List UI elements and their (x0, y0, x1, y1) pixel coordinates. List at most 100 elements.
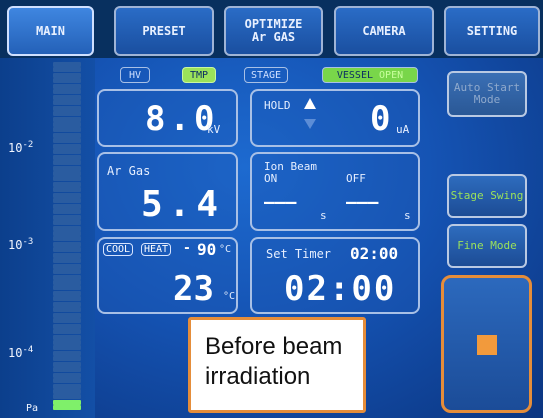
pressure-bar (53, 160, 81, 166)
pressure-bar (53, 389, 81, 394)
ion-beam-on-value: ——— (264, 192, 297, 213)
tab-optimize-ar-gas[interactable]: OPTIMIZE Ar GAS (224, 6, 323, 56)
pressure-bar (53, 181, 81, 187)
pressure-bar (53, 269, 81, 275)
temperature-panel[interactable]: COOL HEAT - 90 °C 23 °C (97, 237, 238, 314)
timer-panel[interactable]: Set Timer 02:00 02:00 (250, 237, 420, 314)
temperature-value: 23 (173, 269, 214, 309)
tab-main-label: MAIN (36, 23, 65, 38)
pressure-bar (53, 378, 81, 384)
pressure-bar (53, 252, 81, 258)
tab-setting-label: SETTING (466, 23, 518, 38)
annotation-box: Before beam irradiation (188, 317, 366, 413)
pressure-bar (53, 154, 81, 160)
pressure-bar (53, 105, 81, 111)
timer-label: Set Timer (266, 247, 332, 261)
vessel-state: OPEN (379, 69, 404, 81)
tab-camera-label: CAMERA (362, 23, 406, 38)
pressure-bar (53, 89, 81, 95)
temperature-dash: - (183, 241, 191, 256)
ar-gas-value: 5.4 (141, 184, 225, 225)
annotation-line-2: irradiation (205, 363, 311, 390)
pressure-bar (53, 329, 81, 335)
fine-mode-button[interactable]: Fine Mode (447, 224, 527, 268)
pressure-bar (53, 361, 81, 367)
scale-unit: Pa (26, 403, 39, 414)
pressure-bar (53, 143, 81, 149)
pressure-bar (53, 296, 81, 302)
pressure-bar (53, 247, 81, 253)
pressure-bar (53, 62, 81, 67)
pressure-bar (53, 312, 81, 318)
pressure-bar (53, 171, 81, 176)
pressure-bar (53, 67, 81, 73)
pressure-bar-lit (53, 399, 81, 405)
tab-setting[interactable]: SETTING (444, 6, 540, 56)
pressure-bar (53, 127, 81, 133)
pressure-bar (53, 290, 81, 296)
pressure-bar (53, 372, 81, 378)
temperature-setpoint-unit: °C (219, 244, 232, 255)
pressure-bar (53, 323, 81, 329)
pressure-bar (53, 258, 81, 264)
ar-gas-panel[interactable]: Ar Gas 5.4 (97, 152, 238, 231)
ion-beam-panel[interactable]: Ion Beam ON OFF ——— s ——— s (250, 152, 420, 231)
pressure-bar (53, 285, 81, 291)
pressure-bar (53, 132, 81, 138)
tab-preset-label: PRESET (142, 23, 186, 38)
pressure-bar (53, 192, 81, 198)
stop-button[interactable] (441, 275, 532, 413)
pressure-bar (53, 78, 81, 84)
pressure-bar (53, 356, 81, 362)
pressure-bar (53, 263, 81, 269)
pressure-bar (53, 121, 81, 127)
auto-start-mode-button[interactable]: Auto Start Mode (447, 71, 527, 117)
pressure-bar (53, 111, 81, 117)
ion-beam-on-label: ON (264, 172, 278, 185)
scale-label-1e-3: 10-3 (8, 237, 34, 252)
cool-button[interactable]: COOL (103, 243, 134, 256)
tab-bar: MAIN PRESET OPTIMIZE Ar GAS CAMERA SETTI… (0, 0, 543, 58)
pressure-bar (53, 165, 81, 171)
scale-label-1e-2: 10-2 (8, 140, 34, 155)
vessel-indicator: VESSEL OPEN (322, 67, 418, 83)
pressure-bar (53, 116, 81, 122)
pressure-bar (53, 72, 81, 78)
control-screen: MAIN PRESET OPTIMIZE Ar GAS CAMERA SETTI… (0, 0, 543, 418)
stage-indicator: STAGE (244, 67, 288, 83)
tab-camera[interactable]: CAMERA (334, 6, 434, 56)
heat-button[interactable]: HEAT (141, 243, 172, 256)
pressure-bar (53, 236, 81, 242)
tab-preset[interactable]: PRESET (114, 6, 214, 56)
ion-beam-off-unit: s (404, 209, 411, 222)
pressure-bar (53, 100, 81, 106)
pressure-bar (53, 345, 81, 351)
ion-beam-off-value: ——— (346, 192, 379, 213)
timer-set-value: 02:00 (350, 244, 399, 263)
pressure-bar (53, 394, 81, 400)
pressure-bar (53, 176, 81, 182)
hold-unit: uA (396, 123, 410, 136)
voltage-panel[interactable]: 8.0 kV (97, 89, 238, 147)
pressure-bar (53, 220, 81, 226)
tab-main[interactable]: MAIN (7, 6, 94, 56)
pressure-bar (53, 241, 81, 247)
hold-panel[interactable]: HOLD 0 uA (250, 89, 420, 147)
stop-square-icon (477, 335, 497, 355)
hold-down-arrow-icon[interactable] (304, 119, 316, 129)
pressure-bar (53, 138, 81, 144)
ion-beam-on-unit: s (320, 209, 327, 222)
hold-up-arrow-icon[interactable] (304, 98, 316, 109)
hv-indicator: HV (120, 67, 150, 83)
hold-label: HOLD (264, 99, 291, 112)
stage-swing-button[interactable]: Stage Swing (447, 174, 527, 218)
tab-optimize-label-2: Ar GAS (251, 30, 296, 44)
pressure-bar (53, 350, 81, 356)
pressure-bar (53, 94, 81, 100)
pressure-bar (53, 198, 81, 204)
tmp-indicator: TMP (182, 67, 216, 83)
pressure-bar (53, 225, 81, 231)
pressure-bar-lit (53, 405, 81, 411)
ion-beam-off-label: OFF (346, 172, 366, 185)
annotation-line-1: Before beam (205, 333, 343, 360)
